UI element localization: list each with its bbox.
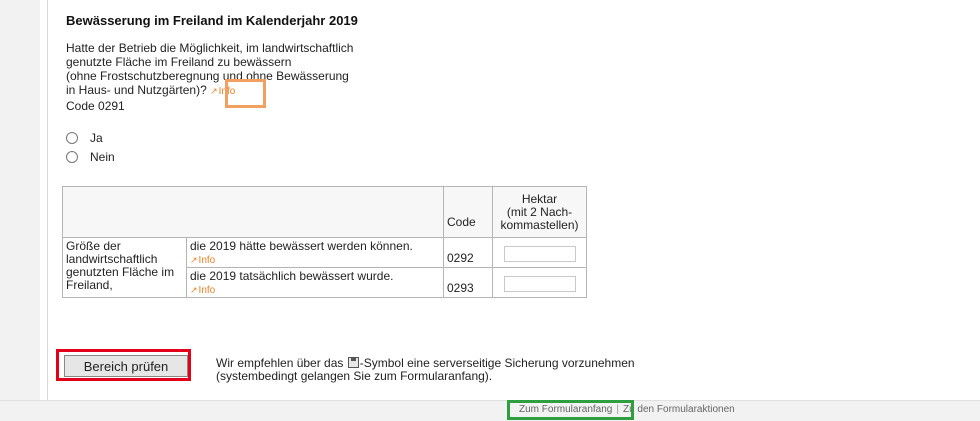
radio-label-yes: Ja bbox=[90, 131, 103, 145]
row-info-link-0293[interactable]: ↗Info bbox=[190, 285, 215, 296]
radio-label-no: Nein bbox=[90, 150, 115, 164]
hectare-cell bbox=[492, 237, 587, 268]
row-info-link-0292[interactable]: ↗Info bbox=[190, 255, 215, 266]
external-link-icon: ↗ bbox=[190, 285, 198, 295]
hectare-input-0292[interactable] bbox=[503, 245, 576, 262]
highlight-box-orange bbox=[225, 79, 266, 108]
external-link-icon: ↗ bbox=[190, 255, 198, 265]
hektar-header-line-1: Hektar bbox=[521, 191, 558, 206]
radio-option-no[interactable]: Nein bbox=[66, 150, 115, 164]
link-form-actions[interactable]: Zu den Formularaktionen bbox=[623, 404, 735, 415]
radio-button-no[interactable] bbox=[66, 151, 78, 163]
row-desc-text: die 2019 hätte bewässert werden können. bbox=[190, 239, 413, 253]
highlight-box-red bbox=[56, 349, 191, 381]
left-divider bbox=[47, 0, 48, 400]
hectare-cell bbox=[492, 267, 587, 298]
table-row-desc-0292: die 2019 hätte bewässert werden können. … bbox=[186, 237, 444, 268]
info-label: Info bbox=[198, 285, 216, 296]
table-header-hektar: Hektar (mit 2 Nach- kommastellen) bbox=[492, 186, 587, 238]
highlight-box-green bbox=[507, 400, 634, 420]
irrigation-area-table: Code Hektar (mit 2 Nach- kommastellen) G… bbox=[62, 186, 587, 298]
info-label: Info bbox=[198, 255, 216, 266]
question-line-2: genutzte Fläche im Freiland zu bewässern bbox=[66, 55, 292, 69]
question-line-4: in Haus- und Nutzgärten)? bbox=[66, 83, 207, 97]
hectare-input-0293[interactable] bbox=[503, 275, 576, 292]
table-code-cell: 0293 bbox=[443, 267, 493, 298]
table-code-cell: 0292 bbox=[443, 237, 493, 268]
section-title: Bewässerung im Freiland im Kalenderjahr … bbox=[66, 13, 358, 28]
external-link-icon: ↗ bbox=[210, 86, 218, 96]
radio-button-yes[interactable] bbox=[66, 132, 78, 144]
table-header-empty bbox=[62, 186, 444, 238]
hektar-header-line-2: (mit 2 Nach- bbox=[506, 204, 573, 219]
save-icon bbox=[347, 357, 359, 368]
table-header-row: Code Hektar (mit 2 Nach- kommastellen) bbox=[62, 186, 587, 238]
save-hint-line2: (systembedingt gelangen Sie zum Formular… bbox=[216, 369, 493, 383]
question-line-1: Hatte der Betrieb die Möglichkeit, im la… bbox=[66, 41, 354, 55]
save-hint-line1-after: -Symbol eine serverseitige Sicherung vor… bbox=[359, 356, 635, 370]
table-row-label: Größe der landwirtschaftlich genutzten F… bbox=[62, 237, 187, 298]
row-desc-text: die 2019 tatsächlich bewässert wurde. bbox=[190, 269, 394, 283]
radio-option-yes[interactable]: Ja bbox=[66, 131, 103, 145]
footer-bar bbox=[0, 400, 980, 421]
save-hint-line1-before: Wir empfehlen über das bbox=[216, 356, 344, 370]
table-row-desc-0293: die 2019 tatsächlich bewässert wurde. ↗I… bbox=[186, 267, 444, 298]
table-header-code: Code bbox=[443, 186, 493, 238]
table-row: Größe der landwirtschaftlich genutzten F… bbox=[62, 237, 587, 298]
save-hint-text: Wir empfehlen über das -Symbol eine serv… bbox=[216, 357, 635, 383]
left-margin-strip bbox=[0, 0, 40, 420]
hektar-header-line-3: kommastellen) bbox=[500, 217, 579, 232]
